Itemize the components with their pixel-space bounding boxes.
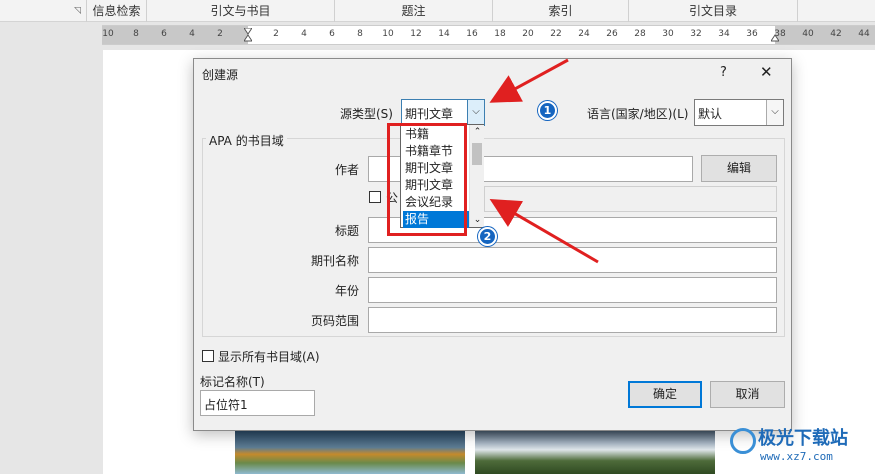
- annotation-arrows: [489, 58, 599, 264]
- watermark-logo: 极光下载站 www.xz7.com: [728, 422, 875, 474]
- step-badge-1: 1: [538, 101, 557, 120]
- step-badge-2: 2: [478, 227, 497, 246]
- arrow-to-source-type: [489, 58, 569, 103]
- watermark-url: www.xz7.com: [760, 450, 833, 463]
- arrow-to-dropdown: [489, 198, 599, 264]
- watermark-icon: [730, 428, 756, 454]
- watermark-text: 极光下载站: [758, 428, 848, 449]
